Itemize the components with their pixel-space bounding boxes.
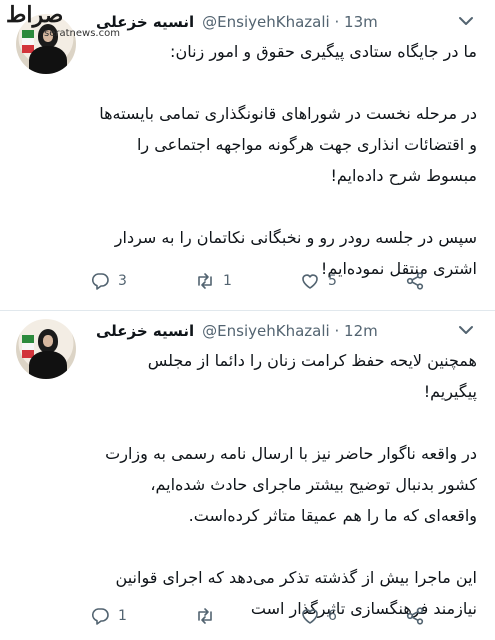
- caret-down-icon[interactable]: [457, 323, 475, 337]
- like-icon: [302, 609, 318, 624]
- reply-button[interactable]: 3: [90, 271, 150, 291]
- like-button[interactable]: 6: [300, 606, 360, 626]
- retweet-icon: [198, 273, 212, 289]
- tweet-paragraph: در مرحله نخست در شوراهای قانونگذاری تمام…: [99, 104, 477, 185]
- share-icon: [406, 607, 424, 625]
- reply-icon: [91, 273, 109, 290]
- watermark-logo: صراط seratnews.com: [2, 2, 142, 42]
- reply-icon: [91, 608, 109, 625]
- retweet-count: 1: [223, 273, 232, 289]
- share-button[interactable]: [405, 271, 425, 291]
- handle-text: @EnsiyehKhazali: [202, 322, 330, 340]
- retweet-icon: [198, 608, 212, 624]
- tweet-header: انسیه خزعلی @EnsiyehKhazali · 12m: [96, 319, 475, 343]
- author-handle[interactable]: @EnsiyehKhazali · 13m: [202, 13, 378, 31]
- separator: ·: [334, 13, 340, 31]
- author-handle[interactable]: @EnsiyehKhazali · 12m: [202, 322, 378, 340]
- tweet-actions: 1 6: [90, 604, 425, 628]
- tweet-paragraph: ما در جایگاه ستادی پیگیری حقوق و امور زن…: [170, 42, 477, 61]
- share-button[interactable]: [405, 606, 425, 626]
- tweet-text: همچنین لایحه حفظ کرامت زنان را دائما از …: [96, 345, 477, 624]
- tweet-actions: 3 1 5: [90, 269, 425, 293]
- watermark-site: seratnews.com: [44, 28, 120, 39]
- tweet-paragraph: همچنین لایحه حفظ کرامت زنان را دائما از …: [147, 351, 477, 401]
- tweet-header: انسیه خزعلی @EnsiyehKhazali · 13m: [96, 10, 475, 34]
- caret-down-icon[interactable]: [457, 14, 475, 28]
- retweet-button[interactable]: [195, 606, 255, 626]
- tweet-paragraph: در واقعه ناگوار حاضر نیز با ارسال نامه ر…: [105, 444, 477, 525]
- like-count: 5: [328, 273, 337, 289]
- timestamp[interactable]: 12m: [344, 322, 378, 340]
- tweet[interactable]: انسیه خزعلی @EnsiyehKhazali · 12m همچنین…: [0, 310, 495, 640]
- reply-count: 1: [118, 608, 127, 624]
- like-icon: [302, 274, 318, 289]
- like-count: 6: [328, 608, 337, 624]
- separator: ·: [334, 322, 340, 340]
- retweet-button[interactable]: 1: [195, 271, 255, 291]
- reply-button[interactable]: 1: [90, 606, 150, 626]
- avatar[interactable]: [16, 319, 76, 379]
- author-name[interactable]: انسیه خزعلی: [96, 322, 194, 340]
- watermark-logo-text: صراط: [6, 2, 64, 28]
- timestamp[interactable]: 13m: [344, 13, 378, 31]
- tweet-text: ما در جایگاه ستادی پیگیری حقوق و امور زن…: [96, 36, 477, 284]
- like-button[interactable]: 5: [300, 271, 360, 291]
- share-icon: [406, 272, 424, 290]
- tweet[interactable]: انسیه خزعلی @EnsiyehKhazali · 13m ما در …: [0, 0, 495, 310]
- reply-count: 3: [118, 273, 127, 289]
- handle-text: @EnsiyehKhazali: [202, 13, 330, 31]
